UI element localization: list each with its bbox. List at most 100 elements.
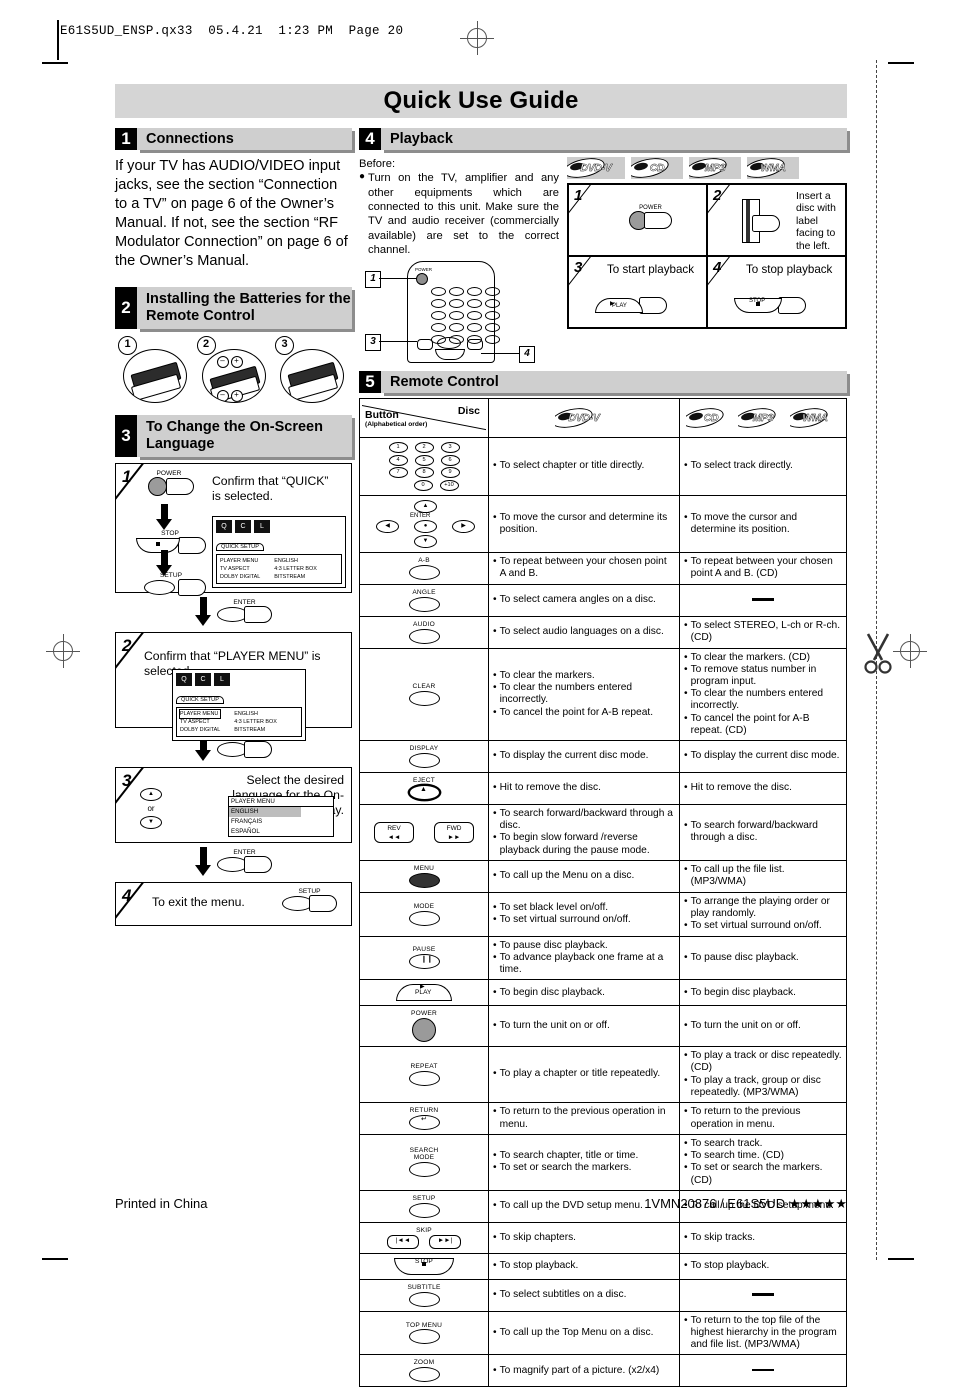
row-button-cell: REV ◄◄ FWD ►►: [359, 803, 489, 861]
zoom-button-icon[interactable]: [408, 1367, 440, 1383]
language-option-espanol[interactable]: ESPAÑOL: [229, 827, 333, 837]
row-cd-cell: • To call up the file list. (MP3/WMA): [679, 859, 847, 893]
audio-button-icon[interactable]: [408, 628, 440, 644]
row-button-cell: SUBTITLE: [359, 1278, 489, 1312]
play-button-label: PLAY: [612, 303, 627, 309]
row-dvd-item: To select camera angles on a disc.: [499, 594, 656, 606]
row-button-label: MENU: [413, 864, 435, 872]
cursor-down-icon[interactable]: ▼: [140, 815, 162, 829]
menu-button-icon[interactable]: [408, 872, 440, 888]
language-step-3: 3 Select the desired language for the On…: [115, 766, 352, 843]
row-dvd-item: To move the cursor and determine its pos…: [499, 511, 668, 535]
row-button-label: PAUSE: [412, 946, 436, 954]
display-button-icon[interactable]: [408, 753, 440, 769]
row-button-label: DISPLAY: [409, 745, 439, 753]
osd-icon-quick: Q: [176, 672, 192, 686]
remote-rev-icon[interactable]: [417, 339, 433, 351]
cursor-up-icon[interactable]: ▲: [414, 499, 437, 513]
row-cd-cell: • To return to the top file of the highes…: [679, 1310, 847, 1356]
osd-icon-language: L: [254, 519, 270, 533]
row-dvd-item: To begin disc playback.: [499, 986, 605, 998]
row-cd-cell: • To turn the unit on or off.: [679, 1005, 847, 1048]
number-keypad-icon[interactable]: 123 456 789 0 +10: [362, 442, 486, 491]
eject-button-icon[interactable]: ▲: [408, 784, 440, 800]
header-dvd-cell: DVD-V: [488, 398, 680, 439]
row-button-label: PLAY: [415, 989, 432, 997]
disc-logo-mp3: MP3: [689, 157, 741, 179]
repeat-button-icon[interactable]: [408, 1071, 440, 1087]
row-dvd-item: To display the current disc mode.: [499, 750, 649, 762]
enter-connector-3: ENTER: [115, 846, 352, 876]
row-cd-item: To pause disc playback.: [690, 951, 799, 963]
row-cd-item: To search track.: [690, 1137, 763, 1149]
top-menu-button-icon[interactable]: [408, 1329, 440, 1345]
cursor-up-icon[interactable]: ▲: [140, 787, 162, 801]
rev-button-icon[interactable]: REV ◄◄: [374, 821, 414, 843]
angle-button-icon[interactable]: [408, 596, 440, 612]
row-cd-item: To play a track, group or disc repeatedl…: [690, 1074, 821, 1098]
clear-button-icon[interactable]: [408, 690, 440, 706]
section-title-remote-control: Remote Control: [381, 371, 847, 394]
osd-icon-row: Q C L: [176, 672, 302, 686]
row-cd-item: To return to the top file of the highest…: [690, 1314, 837, 1351]
row-cd-cell: [679, 1278, 847, 1312]
cursor-right-icon[interactable]: ▶: [452, 519, 475, 533]
language-option-english[interactable]: ENGLISH: [229, 807, 301, 818]
not-applicable-dash: [752, 1368, 774, 1372]
remote-fwd-icon[interactable]: [467, 339, 483, 351]
section-header-remote-control: 5 Remote Control: [359, 371, 847, 394]
osd-row-label-2: DOLBY DIGITAL: [180, 727, 221, 734]
language-step-4: 4 To exit the menu. SETUP: [115, 881, 352, 926]
table-row: MODE • To set black level on/off. • To set…: [359, 891, 847, 937]
power-button-icon[interactable]: [412, 1018, 436, 1043]
row-cd-cell: • To stop playback.: [679, 1252, 847, 1280]
row-button-cell: EJECT ▲: [359, 772, 489, 805]
stop-button-icon[interactable]: STOP: [734, 298, 782, 313]
mode-button-icon[interactable]: [408, 910, 440, 926]
pause-button-icon[interactable]: ❙❙: [408, 954, 440, 970]
skip-prev-button-icon[interactable]: |◄◄: [387, 1234, 419, 1249]
table-row: TOP MENU • To call up the Top Menu on a d…: [359, 1310, 847, 1356]
playback-right-column: DVD-V CD MP3 WMA 1 POWER 2 Insert a disc…: [567, 157, 847, 361]
skip-next-button-icon[interactable]: ►►|: [429, 1234, 461, 1249]
osd-rows: PLAYER MENU TV ASPECT DOLBY DIGITAL ENGL…: [176, 706, 302, 738]
step-number: 1: [574, 187, 583, 204]
remote-callout-1: 1: [365, 271, 381, 289]
power-button-icon[interactable]: [147, 476, 167, 496]
hand-icon: [778, 297, 806, 314]
page-title: Quick Use Guide: [115, 84, 847, 118]
stop-button-label: STOP: [161, 529, 179, 537]
table-row: RETURN ↵ • To return to the previous oper…: [359, 1102, 847, 1135]
row-cd-cell: • To repeat between your chosen point A a…: [679, 551, 847, 585]
row-dvd-item: To search chapter, title or time.: [499, 1150, 639, 1162]
setup-button-icon[interactable]: [143, 579, 175, 595]
battery-step-3: 3: [275, 335, 346, 403]
cursor-down-icon[interactable]: ▼: [414, 534, 437, 548]
play-button-icon[interactable]: ▶ PLAY: [396, 984, 452, 1002]
row-dvd-cell: • To clear the markers. • To clear the num…: [488, 647, 680, 742]
callout-line-3: [379, 341, 417, 343]
play-button-icon[interactable]: ▶ PLAY: [595, 298, 643, 313]
disc-logo-label: DVD-V: [580, 162, 612, 174]
search-mode-button-icon[interactable]: [408, 1161, 440, 1177]
table-row: AUDIO • To select audio languages on a di…: [359, 615, 847, 649]
cursor-enter-icon[interactable]: ▲ ENTER ● ◀ ▶ ▼: [372, 499, 476, 548]
osd-row-value-1: 4:3 LETTER BOX: [234, 718, 277, 725]
table-row: PAUSE ❙❙ • To pause disc playback. • To ad…: [359, 935, 847, 981]
ab-button-icon[interactable]: [408, 564, 440, 580]
row-button-label: A-B: [418, 556, 430, 564]
language-option-francais[interactable]: FRANÇAIS: [229, 817, 333, 827]
disc-logo-mp3: MP3: [738, 407, 788, 430]
return-button-icon[interactable]: ↵: [408, 1114, 440, 1130]
enter-button-icon[interactable]: ●: [414, 519, 437, 533]
row-dvd-cell: • To call up the Menu on a disc.: [488, 859, 680, 893]
fwd-button-icon[interactable]: FWD ►►: [434, 821, 474, 843]
cursor-left-icon[interactable]: ◀: [376, 519, 399, 533]
row-dvd-item: To begin slow forward /reverse playback …: [499, 832, 650, 856]
row-dvd-cell: • To select chapter or title directly.: [488, 437, 680, 496]
stop-button-icon[interactable]: STOP: [394, 1257, 454, 1275]
setup-button-label: SETUP: [160, 571, 182, 579]
subtitle-button-icon[interactable]: [408, 1291, 440, 1307]
remote-callout-4: 4: [519, 346, 535, 364]
language-step-2: 2 Confirm that “PLAYER MENU” is selected…: [115, 631, 352, 742]
